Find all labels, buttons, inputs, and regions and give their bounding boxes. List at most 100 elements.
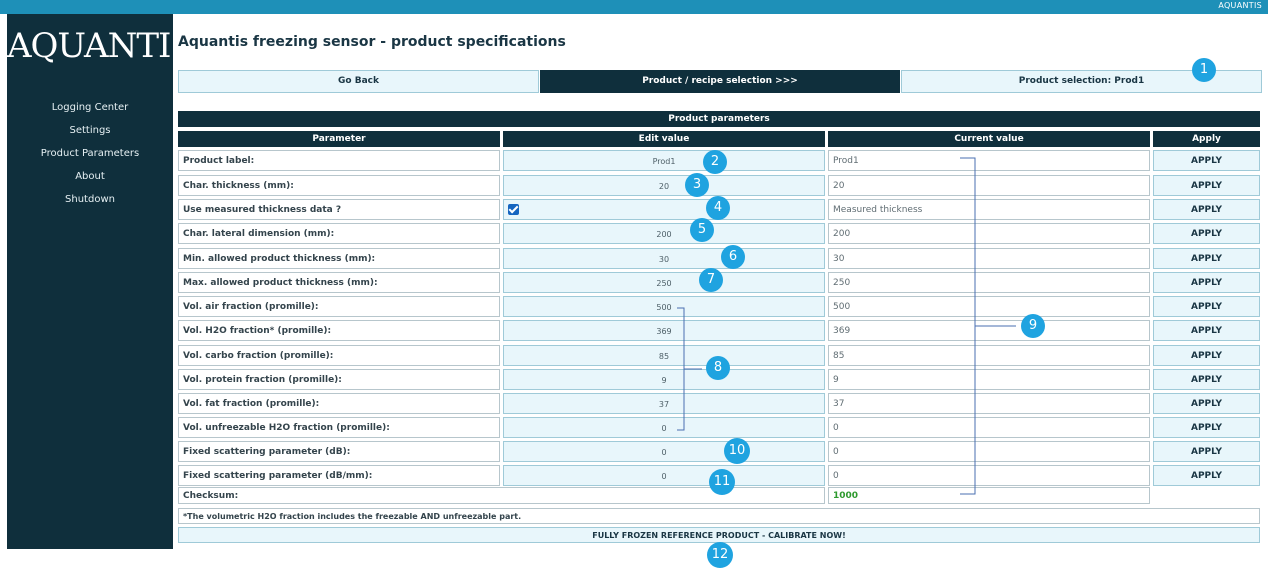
- table-row: Vol. air fraction (promille): 500 500 AP…: [178, 296, 1260, 319]
- current-value: 37: [828, 393, 1150, 414]
- apply-button[interactable]: APPLY: [1153, 223, 1260, 244]
- annotation-marker-1: 1: [1192, 58, 1216, 82]
- table-row: Char. lateral dimension (mm): 200 200 AP…: [178, 223, 1260, 246]
- annotation-marker-2: 2: [703, 150, 727, 174]
- apply-button[interactable]: APPLY: [1153, 248, 1260, 269]
- current-value: Measured thickness: [828, 199, 1150, 220]
- calibrate-now-button[interactable]: FULLY FROZEN REFERENCE PRODUCT - CALIBRA…: [178, 527, 1260, 543]
- sidebar-item-about[interactable]: About: [7, 165, 173, 188]
- sidebar-nav: Logging Center Settings Product Paramete…: [7, 96, 173, 211]
- current-value: 9: [828, 369, 1150, 390]
- current-value: 20: [828, 175, 1150, 196]
- sidebar-item-product-parameters[interactable]: Product Parameters: [7, 142, 173, 165]
- edit-value-input[interactable]: 9: [503, 369, 825, 390]
- table-row: Vol. unfreezable H2O fraction (promille)…: [178, 417, 1260, 440]
- param-label: Char. thickness (mm):: [178, 175, 500, 196]
- apply-button[interactable]: APPLY: [1153, 175, 1260, 196]
- edit-value-checkbox-cell: [503, 199, 825, 220]
- annotation-marker-6: 6: [721, 245, 745, 269]
- apply-button[interactable]: APPLY: [1153, 150, 1260, 171]
- param-label: Vol. air fraction (promille):: [178, 296, 500, 317]
- edit-value-input[interactable]: 85: [503, 345, 825, 366]
- current-value: 500: [828, 296, 1150, 317]
- top-button-row: Go Back Product / recipe selection >>> P…: [178, 70, 1262, 93]
- product-recipe-selection-button[interactable]: Product / recipe selection >>>: [540, 70, 900, 93]
- annotation-marker-7: 7: [699, 268, 723, 292]
- apply-button[interactable]: APPLY: [1153, 393, 1260, 414]
- annotation-marker-8: 8: [706, 356, 730, 380]
- edit-value-input[interactable]: 20: [503, 175, 825, 196]
- apply-button[interactable]: APPLY: [1153, 369, 1260, 390]
- annotation-marker-3: 3: [685, 173, 709, 197]
- edit-value-input[interactable]: 0: [503, 417, 825, 438]
- sidebar: AQUANTIS Logging Center Settings Product…: [7, 14, 194, 549]
- column-header-apply: Apply: [1153, 131, 1260, 147]
- annotation-marker-11: 11: [709, 469, 735, 495]
- apply-button[interactable]: APPLY: [1153, 199, 1260, 220]
- table-row: Vol. H2O fraction* (promille): 369 369 A…: [178, 320, 1260, 343]
- table-row: Vol. fat fraction (promille): 37 37 APPL…: [178, 393, 1260, 416]
- current-value: 30: [828, 248, 1150, 269]
- apply-button[interactable]: APPLY: [1153, 296, 1260, 317]
- apply-button[interactable]: APPLY: [1153, 441, 1260, 462]
- apply-button[interactable]: APPLY: [1153, 320, 1260, 341]
- apply-button[interactable]: APPLY: [1153, 345, 1260, 366]
- current-value: 0: [828, 465, 1150, 486]
- param-label: Use measured thickness data ?: [178, 199, 500, 220]
- sidebar-item-logging-center[interactable]: Logging Center: [7, 96, 173, 119]
- param-label: Vol. carbo fraction (promille):: [178, 345, 500, 366]
- annotation-marker-10: 10: [724, 438, 750, 464]
- column-header-edit-value: Edit value: [503, 131, 825, 147]
- param-label: Fixed scattering parameter (dB):: [178, 441, 500, 462]
- param-label: Vol. protein fraction (promille):: [178, 369, 500, 390]
- top-bar: AQUANTIS: [0, 0, 1268, 14]
- top-bar-brand: AQUANTIS: [1218, 1, 1262, 10]
- annotation-marker-9: 9: [1021, 314, 1045, 338]
- param-label: Vol. fat fraction (promille):: [178, 393, 500, 414]
- param-label: Max. allowed product thickness (mm):: [178, 272, 500, 293]
- use-measured-thickness-checkbox[interactable]: [508, 204, 519, 215]
- table-row: Fixed scattering parameter (dB): 0 0 APP…: [178, 441, 1260, 464]
- current-value: 250: [828, 272, 1150, 293]
- apply-button[interactable]: APPLY: [1153, 417, 1260, 438]
- annotation-marker-4: 4: [706, 196, 730, 220]
- edit-value-input[interactable]: 37: [503, 393, 825, 414]
- aquantis-logo: AQUANTIS: [7, 26, 194, 66]
- product-parameters-header: Product parameters: [178, 111, 1260, 127]
- param-label: Vol. unfreezable H2O fraction (promille)…: [178, 417, 500, 438]
- param-label: Char. lateral dimension (mm):: [178, 223, 500, 244]
- param-label: Vol. H2O fraction* (promille):: [178, 320, 500, 341]
- column-header-parameter: Parameter: [178, 131, 500, 147]
- edit-value-input[interactable]: 0: [503, 465, 825, 486]
- go-back-button[interactable]: Go Back: [178, 70, 539, 93]
- edit-value-input[interactable]: Prod1: [503, 150, 825, 171]
- edit-value-input[interactable]: 250: [503, 272, 825, 293]
- sidebar-item-shutdown[interactable]: Shutdown: [7, 188, 173, 211]
- current-value: 0: [828, 441, 1150, 462]
- sidebar-item-settings[interactable]: Settings: [7, 119, 173, 142]
- edit-value-input[interactable]: 500: [503, 296, 825, 317]
- annotation-marker-12: 12: [707, 542, 733, 568]
- apply-button[interactable]: APPLY: [1153, 465, 1260, 486]
- footnote: *The volumetric H2O fraction includes th…: [178, 508, 1260, 524]
- param-label: Min. allowed product thickness (mm):: [178, 248, 500, 269]
- current-value: 369: [828, 320, 1150, 341]
- current-value: 200: [828, 223, 1150, 244]
- current-value: 85: [828, 345, 1150, 366]
- checksum-value: 1000: [828, 487, 1150, 504]
- param-label: Fixed scattering parameter (dB/mm):: [178, 465, 500, 486]
- current-value: 0: [828, 417, 1150, 438]
- table-row: Char. thickness (mm): 20 20 APPLY: [178, 175, 1260, 198]
- current-value: Prod1: [828, 150, 1150, 171]
- edit-value-input[interactable]: 200: [503, 223, 825, 244]
- column-header-current-value: Current value: [828, 131, 1150, 147]
- logo-text: AQUANTIS: [7, 26, 194, 66]
- edit-value-input[interactable]: 30: [503, 248, 825, 269]
- table-row: Min. allowed product thickness (mm): 30 …: [178, 248, 1260, 271]
- edit-value-input[interactable]: 0: [503, 441, 825, 462]
- page-title: Aquantis freezing sensor - product speci…: [178, 34, 566, 50]
- apply-button[interactable]: APPLY: [1153, 272, 1260, 293]
- annotation-marker-5: 5: [690, 218, 714, 242]
- param-label: Product label:: [178, 150, 500, 171]
- edit-value-input[interactable]: 369: [503, 320, 825, 341]
